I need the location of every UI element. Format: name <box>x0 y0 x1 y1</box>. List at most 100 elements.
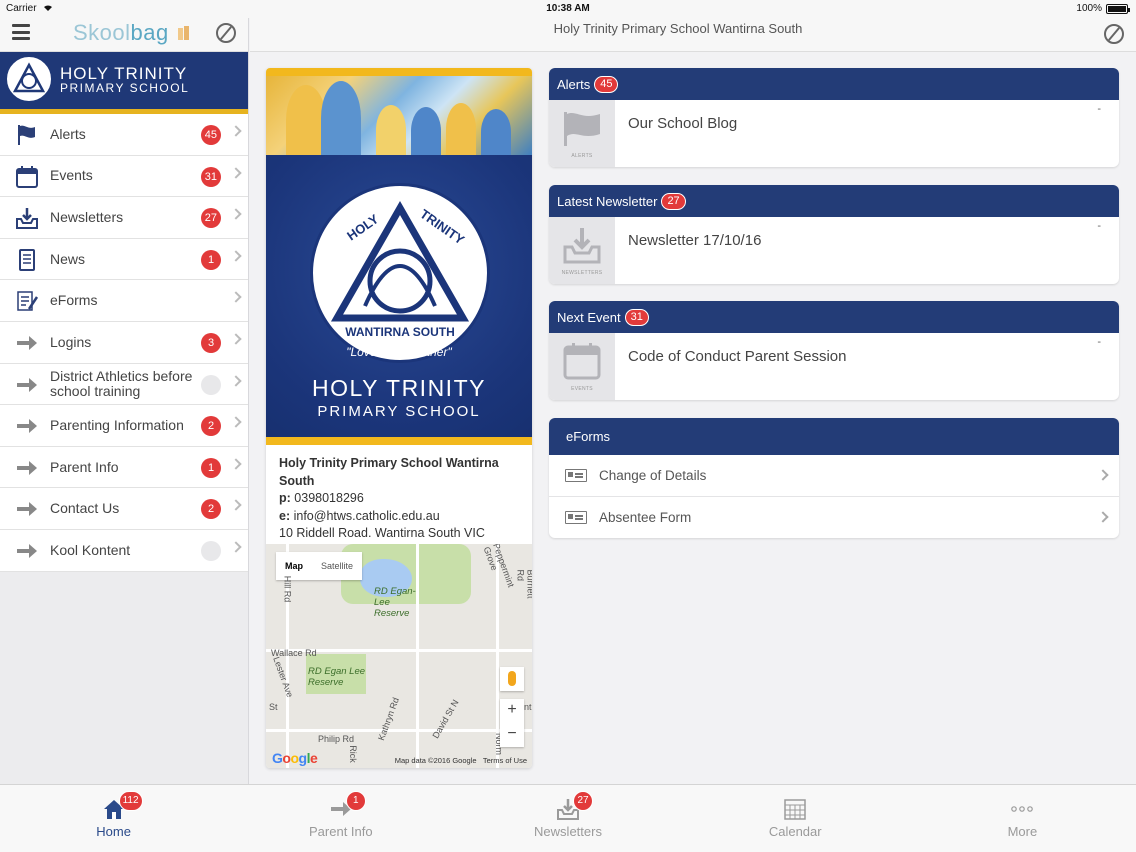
email-row[interactable]: e: info@htws.catholic.edu.au <box>279 508 519 526</box>
sidebar-item-eforms[interactable]: eForms <box>0 280 248 322</box>
sidebar-item-label: eForms <box>50 292 98 309</box>
chevron-right-icon <box>230 374 242 387</box>
arrow-right-icon <box>15 414 39 438</box>
sidebar-item-label: Parent Info <box>50 458 119 475</box>
newsletter-title: Newsletter 17/10/16 <box>628 232 762 249</box>
tab-newsletters[interactable]: 27 Newsletters <box>454 785 681 852</box>
arrow-right-icon <box>15 373 39 397</box>
alerts-panel[interactable]: Alerts 45 ALERTS Our School Blog - <box>549 68 1119 167</box>
chevron-right-icon <box>230 166 242 179</box>
count-badge: 31 <box>624 308 649 326</box>
school-full-name: Holy Trinity Primary School Wantirna Sou… <box>279 456 499 488</box>
alerts-tile: ALERTS <box>549 100 615 167</box>
map-label: Philip Rd <box>318 734 355 744</box>
sidebar-item-label: Contact Us <box>50 500 120 517</box>
event-item[interactable]: EVENTS Code of Conduct Parent Session - <box>549 333 1119 400</box>
sidebar-item-alerts[interactable]: Alerts 45 <box>0 114 248 156</box>
map-view[interactable]: Map Satellite RD Egan-Lee Reserve RD Ega… <box>266 544 532 768</box>
battery-indicator: 100% <box>1076 3 1130 14</box>
chevron-right-icon <box>230 541 242 553</box>
tab-home[interactable]: 112 Home <box>0 785 227 852</box>
eforms-panel: eForms Change of Details Absentee Form <box>549 418 1119 538</box>
address: 10 Riddell Road, Wantirna South VIC <box>279 526 485 537</box>
id-card-icon <box>565 469 587 482</box>
map-label: Lester Ave <box>271 655 296 699</box>
tab-more[interactable]: More <box>909 785 1136 852</box>
school-crest-logo: HOLY TRINITY WANTIRNA SOUTH <box>310 183 490 363</box>
clock: 10:38 AM <box>546 3 590 14</box>
phone-number[interactable]: 0398018296 <box>294 491 364 505</box>
count-badge: 31 <box>200 166 221 187</box>
sync-icon[interactable] <box>1104 24 1124 44</box>
crest-text-holy: HOLY <box>344 211 381 244</box>
sync-icon[interactable] <box>216 23 236 43</box>
panel-title: Latest Newsletter <box>557 193 658 209</box>
events-tile: EVENTS <box>549 333 615 400</box>
skoolbag-logo: Skoolbag <box>73 20 191 46</box>
chevron-right-icon <box>1097 510 1109 523</box>
crest-text-bottom: WANTIRNA SOUTH <box>345 325 455 339</box>
flag-icon <box>562 110 604 153</box>
tile-label: ALERTS <box>571 153 593 159</box>
event-panel[interactable]: Next Event 31 EVENTS Code of Conduct Par… <box>549 301 1119 400</box>
sidebar-item-events[interactable]: Events 31 <box>0 156 248 198</box>
phone-row[interactable]: p: 0398018296 <box>279 490 519 508</box>
school-name-line2: PRIMARY SCHOOL <box>317 403 481 420</box>
eform-label: Change of Details <box>599 468 707 483</box>
street-view-pegman-icon[interactable] <box>500 667 524 691</box>
sidebar-item-district-athletics[interactable]: District Athletics before school trainin… <box>0 364 248 406</box>
sidebar-item-newsletters[interactable]: Newsletters 27 <box>0 197 248 239</box>
tab-parent-info[interactable]: 1 Parent Info <box>227 785 454 852</box>
sidebar-item-contact-us[interactable]: Contact Us 2 <box>0 488 248 530</box>
sidebar-item-parent-info[interactable]: Parent Info 1 <box>0 447 248 489</box>
item-date: - <box>1097 220 1101 232</box>
newsletter-item[interactable]: NEWSLETTERS Newsletter 17/10/16 - <box>549 217 1119 284</box>
eform-absentee-form[interactable]: Absentee Form <box>549 497 1119 539</box>
document-icon <box>15 248 39 272</box>
chevron-right-icon <box>230 333 242 345</box>
item-date: - <box>1097 103 1101 115</box>
zoom-in-button[interactable]: + <box>500 699 524 723</box>
map-label: St <box>269 702 278 712</box>
panel-header: Latest Newsletter 27 <box>549 185 1119 217</box>
map-attribution: Map data ©2016 Google Terms of Use <box>394 756 527 765</box>
map-label: RD Egan Lee Reserve <box>308 666 366 688</box>
menu-icon[interactable] <box>12 24 30 40</box>
tab-calendar[interactable]: Calendar <box>682 785 909 852</box>
battery-percent: 100% <box>1076 3 1102 14</box>
alert-item[interactable]: ALERTS Our School Blog - <box>549 100 1119 167</box>
sidebar-item-label: Events <box>50 167 93 184</box>
sidebar-item-label: District Athletics before school trainin… <box>50 367 193 399</box>
alert-title: Our School Blog <box>628 115 738 132</box>
flag-icon <box>15 123 39 147</box>
email-address[interactable]: info@htws.catholic.edu.au <box>294 509 440 523</box>
map-label: Rick <box>347 745 358 763</box>
sidebar-item-parenting-information[interactable]: Parenting Information 2 <box>0 405 248 447</box>
map-label: Burnett Rd <box>515 569 532 599</box>
zoom-out-button[interactable]: − <box>500 723 524 747</box>
tab-label: Home <box>96 824 131 839</box>
download-tray-icon <box>15 206 39 230</box>
event-title: Code of Conduct Parent Session <box>628 348 847 365</box>
count-badge <box>201 540 221 561</box>
count-badge: 1 <box>201 457 221 478</box>
satellite-tab[interactable]: Satellite <box>312 552 362 580</box>
arrow-right-icon <box>15 331 39 355</box>
sidebar-item-logins[interactable]: Logins 3 <box>0 322 248 364</box>
chevron-right-icon <box>1097 469 1109 481</box>
count-badge: 2 <box>201 499 221 520</box>
sidebar-topbar: Skoolbag <box>0 18 248 52</box>
arrow-right-icon <box>15 456 39 480</box>
books-icon <box>177 21 191 40</box>
eform-change-of-details[interactable]: Change of Details <box>549 455 1119 497</box>
sidebar-item-news[interactable]: News 1 <box>0 239 248 281</box>
sidebar-item-kool-kontent[interactable]: Kool Kontent <box>0 530 248 572</box>
count-badge: 45 <box>200 125 221 145</box>
terms-link[interactable]: Terms of Use <box>483 756 527 765</box>
calendar-grid-icon <box>783 797 807 821</box>
newsletter-panel[interactable]: Latest Newsletter 27 NEWSLETTERS Newslet… <box>549 185 1119 284</box>
chevron-right-icon <box>230 416 242 428</box>
panel-title: Next Event <box>557 309 621 325</box>
chevron-right-icon <box>230 458 242 470</box>
crest-text-trinity: TRINITY <box>417 206 467 247</box>
